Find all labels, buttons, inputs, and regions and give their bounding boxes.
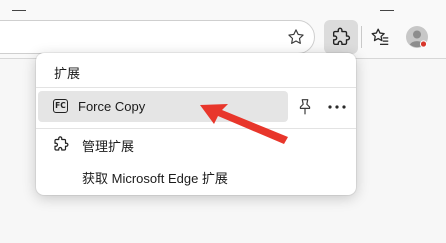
- browser-toolbar: [0, 0, 446, 58]
- menu-divider: [36, 87, 356, 88]
- puzzle-icon: [332, 27, 351, 46]
- manage-extensions-label: 管理扩展: [82, 139, 135, 154]
- address-bar[interactable]: [0, 20, 315, 54]
- window-controls-strip: [0, 0, 446, 18]
- toolbar-divider: [361, 26, 362, 48]
- more-icon[interactable]: [324, 96, 350, 118]
- manage-extensions-item[interactable]: 管理扩展: [38, 131, 354, 157]
- extension-name: Force Copy: [78, 99, 146, 114]
- pin-icon[interactable]: [294, 96, 316, 118]
- extensions-button[interactable]: [324, 20, 358, 54]
- avatar-icon: [406, 26, 428, 48]
- get-extensions-label: 获取 Microsoft Edge 扩展: [82, 171, 228, 186]
- minimize-icon[interactable]: [380, 0, 394, 11]
- puzzle-icon: [52, 135, 70, 153]
- extension-item-force-copy[interactable]: FC Force Copy: [38, 91, 288, 122]
- force-copy-icon: FC: [53, 99, 68, 113]
- get-extensions-item[interactable]: 获取 Microsoft Edge 扩展: [38, 163, 354, 189]
- extensions-menu: 扩展 FC Force Copy 管理扩展 获取 Microsoft Edge …: [36, 53, 356, 195]
- partial-top-left-icon: [12, 0, 26, 11]
- favorites-icon[interactable]: [367, 24, 393, 50]
- menu-title: 扩展: [54, 66, 81, 81]
- menu-divider: [36, 128, 356, 129]
- avatar[interactable]: [404, 24, 430, 50]
- browser-window: 扩展 FC Force Copy 管理扩展 获取 Microsoft Edge …: [0, 0, 446, 243]
- star-icon[interactable]: [283, 24, 309, 50]
